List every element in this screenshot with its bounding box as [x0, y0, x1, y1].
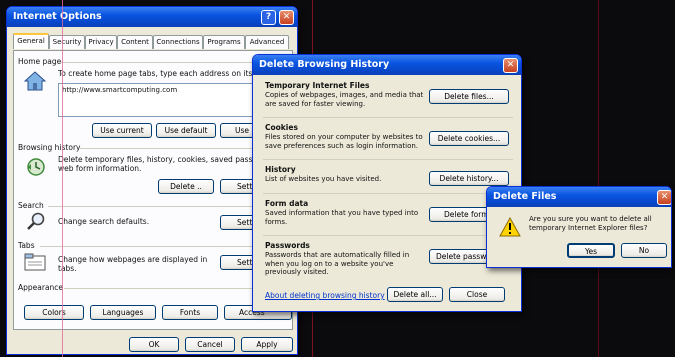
close-button[interactable]: ✕: [503, 58, 518, 73]
delete-all-button[interactable]: Delete all...: [387, 287, 443, 302]
cancel-button[interactable]: Cancel: [185, 337, 235, 352]
confirm-message: Are you sure you want to delete all temp…: [529, 215, 652, 232]
tab-strip: General Security Privacy Content Connect…: [13, 33, 293, 51]
dialog-title: Delete Files: [493, 191, 557, 202]
section-text: Passwords that are automatically filled …: [265, 251, 410, 276]
yes-button[interactable]: Yes: [567, 243, 615, 258]
tab-privacy[interactable]: Privacy: [85, 35, 117, 49]
section-heading: Cookies: [265, 123, 298, 132]
section-divider: [263, 235, 513, 236]
tab-advanced[interactable]: Advanced: [245, 35, 289, 49]
ok-button[interactable]: OK: [129, 337, 179, 352]
delete-history-titlebar[interactable]: Delete Browsing History ✕: [253, 55, 521, 75]
home-icon: [24, 71, 46, 91]
dialog-title: Delete Browsing History: [259, 59, 390, 70]
no-button[interactable]: No: [621, 243, 667, 258]
pink-guide-line: [62, 0, 63, 357]
tab-general[interactable]: General: [13, 33, 49, 49]
fonts-button[interactable]: Fonts: [162, 305, 218, 320]
general-tab-panel: Home page To create home page tabs, type…: [13, 50, 293, 330]
search-group-label: Search: [18, 201, 44, 210]
tabs-icon: [24, 253, 46, 271]
delete-files-titlebar[interactable]: Delete Files ✕: [487, 187, 671, 207]
section-text: List of websites you have visited.: [265, 175, 382, 183]
close-button[interactable]: ✕: [279, 10, 294, 25]
delete-cookies-button[interactable]: Delete cookies...: [429, 131, 509, 146]
tab-connections[interactable]: Connections: [153, 35, 203, 49]
section-divider: [263, 193, 513, 194]
history-icon: [27, 158, 45, 176]
section-heading: Temporary Internet Files: [265, 81, 370, 90]
colors-button[interactable]: Colors: [24, 305, 84, 320]
section-text: Files stored on your computer by website…: [265, 133, 423, 150]
section-text: Copies of webpages, images, and media th…: [265, 91, 424, 108]
apply-button[interactable]: Apply: [241, 337, 293, 352]
languages-button[interactable]: Languages: [90, 305, 156, 320]
tab-security[interactable]: Security: [49, 35, 85, 49]
tabs-group-label: Tabs: [18, 241, 35, 250]
browsing-history-group-label: Browsing history: [18, 143, 81, 152]
magnifier-icon: [27, 212, 45, 230]
home-page-group-label: Home page: [18, 57, 62, 66]
section-heading: Passwords: [265, 241, 310, 250]
about-deleting-history-link[interactable]: About deleting browsing history: [265, 291, 385, 300]
delete-browsing-history-window: Delete Browsing History ✕ Temporary Inte…: [252, 54, 522, 312]
section-heading: Form data: [265, 199, 309, 208]
delete-files-dialog: Delete Files ✕ Are you sure you want to …: [486, 186, 672, 268]
window-title: Internet Options: [13, 11, 102, 22]
delete-history-button[interactable]: Delete history...: [429, 171, 509, 186]
delete-files-button[interactable]: Delete files...: [429, 89, 509, 104]
section-divider: [263, 117, 513, 118]
background-red-line-right: [598, 0, 599, 357]
appearance-group-label: Appearance: [18, 283, 64, 292]
section-divider: [263, 159, 513, 160]
close-button[interactable]: ✕: [657, 190, 671, 205]
internet-options-titlebar[interactable]: Internet Options ? ✕: [7, 7, 297, 27]
use-current-button[interactable]: Use current: [92, 123, 152, 138]
tab-programs[interactable]: Programs: [203, 35, 245, 49]
search-description: Change search defaults.: [58, 217, 150, 226]
warning-icon: [499, 217, 521, 237]
delete-history-button[interactable]: Delete ..: [158, 179, 214, 194]
help-button[interactable]: ?: [261, 10, 276, 25]
section-heading: History: [265, 165, 296, 174]
section-text: Saved information that you have typed in…: [265, 209, 419, 226]
use-default-button[interactable]: Use default: [156, 123, 216, 138]
tabs-description: Change how webpages are displayed in tab…: [58, 255, 208, 273]
close-dialog-button[interactable]: Close: [449, 287, 505, 302]
tab-content[interactable]: Content: [117, 35, 153, 49]
